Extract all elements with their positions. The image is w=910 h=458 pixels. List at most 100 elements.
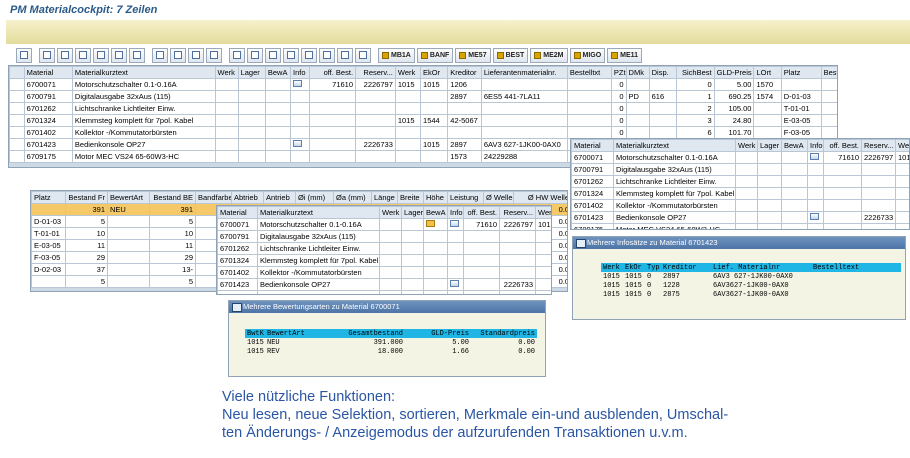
find-button[interactable] <box>75 47 91 63</box>
row-selector[interactable] <box>9 138 25 151</box>
table-row[interactable]: 6701262 Lichtschranke Lichtleiter Einw. <box>217 242 551 255</box>
total-button[interactable] <box>129 47 145 63</box>
column-header[interactable]: off. Best. <box>463 206 500 219</box>
table-row[interactable]: 6701262 Lichtschranke Lichtleiter Einw. 0 2… <box>9 102 837 115</box>
grid-button[interactable] <box>283 47 299 63</box>
column-header[interactable]: Bestand Fr <box>65 191 108 204</box>
column-header[interactable]: SichBest <box>675 66 715 79</box>
table-row[interactable]: 6700791 Digitalausgabe 32xAus (115) <box>217 230 551 243</box>
column-header[interactable]: BewA <box>423 206 448 219</box>
refresh-button[interactable] <box>301 47 317 63</box>
column-header[interactable]: Leistung <box>447 191 484 204</box>
row-selector[interactable] <box>9 102 25 115</box>
column-header[interactable]: Reserv... <box>499 206 536 219</box>
column-header[interactable]: Materialkurztext <box>71 66 216 79</box>
row-selector[interactable] <box>9 114 25 127</box>
display-mode-button[interactable] <box>337 47 353 63</box>
column-header[interactable]: Reserv... <box>355 66 396 79</box>
column-header[interactable]: Wer <box>535 206 551 219</box>
column-header[interactable]: LOrt <box>753 66 782 79</box>
column-header[interactable]: Materialkurztext <box>613 139 736 152</box>
migo-button[interactable]: MIGO <box>569 47 606 63</box>
find-next-button[interactable] <box>93 47 109 63</box>
me11-button[interactable]: ME11 <box>607 47 643 63</box>
table-row[interactable]: 6701324 Klemmsteg komplett für 7pol. Kabe… <box>217 254 551 267</box>
document-button[interactable] <box>229 47 245 63</box>
filter-button[interactable] <box>111 47 127 63</box>
column-header[interactable]: Ø Welle <box>483 191 514 204</box>
table-row[interactable]: 6701402 Kollektor -/Kommutatorbürsten 0 6 10… <box>9 126 837 139</box>
column-header[interactable]: Info <box>290 66 310 79</box>
column-header[interactable]: off. Best. <box>823 139 862 152</box>
table-row[interactable]: 6701324 Klemmsteg komplett für 7pol. Kabe… <box>571 187 909 200</box>
column-header[interactable]: Øa (mm) <box>333 191 372 204</box>
column-header[interactable]: Material <box>23 66 73 79</box>
column-header[interactable]: Abtrieb <box>231 191 264 204</box>
table-row[interactable]: 6700791 Digitalausgabe 32xAus (115) 2897 6E… <box>9 90 837 103</box>
column-header[interactable]: Werk <box>379 206 402 219</box>
banf-button[interactable]: BANF <box>416 47 454 63</box>
view-button[interactable] <box>247 47 263 63</box>
column-header[interactable]: Platz <box>780 66 822 79</box>
column-header[interactable]: Lieferantenmaterialnr. <box>480 66 568 79</box>
column-header[interactable]: DMk <box>625 66 650 79</box>
table-row[interactable]: 6700071 Motorschutzschalter 0.1-0.16A 7161… <box>9 78 837 91</box>
column-header[interactable]: Disp. <box>648 66 677 79</box>
row-selector[interactable] <box>9 126 25 139</box>
column-header[interactable]: Material <box>571 139 614 152</box>
info-record-icon[interactable] <box>450 280 459 287</box>
column-header[interactable]: Breite <box>397 191 424 204</box>
column-header[interactable]: BewertArt <box>107 191 150 204</box>
column-header[interactable]: Bestan <box>820 66 837 79</box>
column-header[interactable]: Platz <box>31 191 66 204</box>
column-header[interactable]: Info <box>807 139 824 152</box>
column-header[interactable]: Werk <box>895 139 909 152</box>
select-all-cell[interactable] <box>9 66 25 79</box>
me2m-button[interactable]: ME2M <box>530 47 568 63</box>
info-record-icon[interactable] <box>293 140 303 147</box>
info-record-icon[interactable] <box>810 153 819 160</box>
column-header[interactable]: Kreditor <box>447 66 482 79</box>
row-selector[interactable] <box>9 90 25 103</box>
print-button[interactable] <box>188 47 204 63</box>
table-row[interactable]: 6701423 Bedienkonsole OP27 2226733 <box>571 211 909 224</box>
column-header[interactable]: Materialkurztext <box>257 206 380 219</box>
table-row[interactable]: 6709175Motor MEC VS24 65-60W3-HC <box>571 223 909 229</box>
column-header[interactable]: Info <box>447 206 464 219</box>
column-header[interactable]: Reserv... <box>861 139 896 152</box>
column-header[interactable]: Bestelltxt <box>566 66 612 79</box>
column-header[interactable]: Werk <box>735 139 758 152</box>
info-record-icon[interactable] <box>810 213 819 220</box>
table-row[interactable]: 6701423 Bedienkonsole OP27 2226733 <box>217 278 551 291</box>
subtotal-button[interactable] <box>152 47 168 63</box>
layout-button[interactable] <box>206 47 222 63</box>
column-header[interactable]: Ø HW Welle <box>513 191 567 204</box>
column-header[interactable]: Bestand BE <box>149 191 196 204</box>
mb1a-button[interactable]: MB1A <box>378 47 415 63</box>
column-header[interactable]: Werk <box>394 66 422 79</box>
best-button[interactable]: BEST <box>492 47 529 63</box>
column-header[interactable]: BewA <box>264 66 292 79</box>
row-selector[interactable] <box>9 78 25 91</box>
column-header[interactable]: Werk <box>214 66 239 79</box>
table-row[interactable]: 6701262 Lichtschranke Lichtleiter Einw. <box>571 175 909 188</box>
sort-descending-button[interactable] <box>57 47 73 63</box>
export-button[interactable] <box>170 47 186 63</box>
column-header[interactable]: Øi (mm) <box>295 191 334 204</box>
column-header[interactable]: Lager <box>237 66 266 79</box>
column-header[interactable]: GLD-Preis <box>713 66 755 79</box>
me57-button[interactable]: ME57 <box>455 47 491 63</box>
table-row[interactable]: 6701324 Klemmsteg komplett für 7pol. Kabe… <box>9 114 837 127</box>
column-header[interactable]: Bandfarbe <box>195 191 232 204</box>
new-selection-button[interactable] <box>319 47 335 63</box>
column-header[interactable]: Lager <box>757 139 782 152</box>
row-selector[interactable] <box>9 150 25 163</box>
table-row[interactable]: 6709175Motor MEC VS24 65-60W3-HC <box>217 290 551 294</box>
column-header[interactable]: PZt <box>610 66 627 79</box>
column-header[interactable]: EkOr <box>420 66 449 79</box>
column-header[interactable]: BewA <box>781 139 808 152</box>
table-row[interactable]: 6700071 Motorschutzschalter 0.1-0.16A 7161… <box>571 151 909 164</box>
spreadsheet-button[interactable] <box>265 47 281 63</box>
column-header[interactable]: Lager <box>401 206 424 219</box>
info-record-icon[interactable] <box>426 220 435 227</box>
